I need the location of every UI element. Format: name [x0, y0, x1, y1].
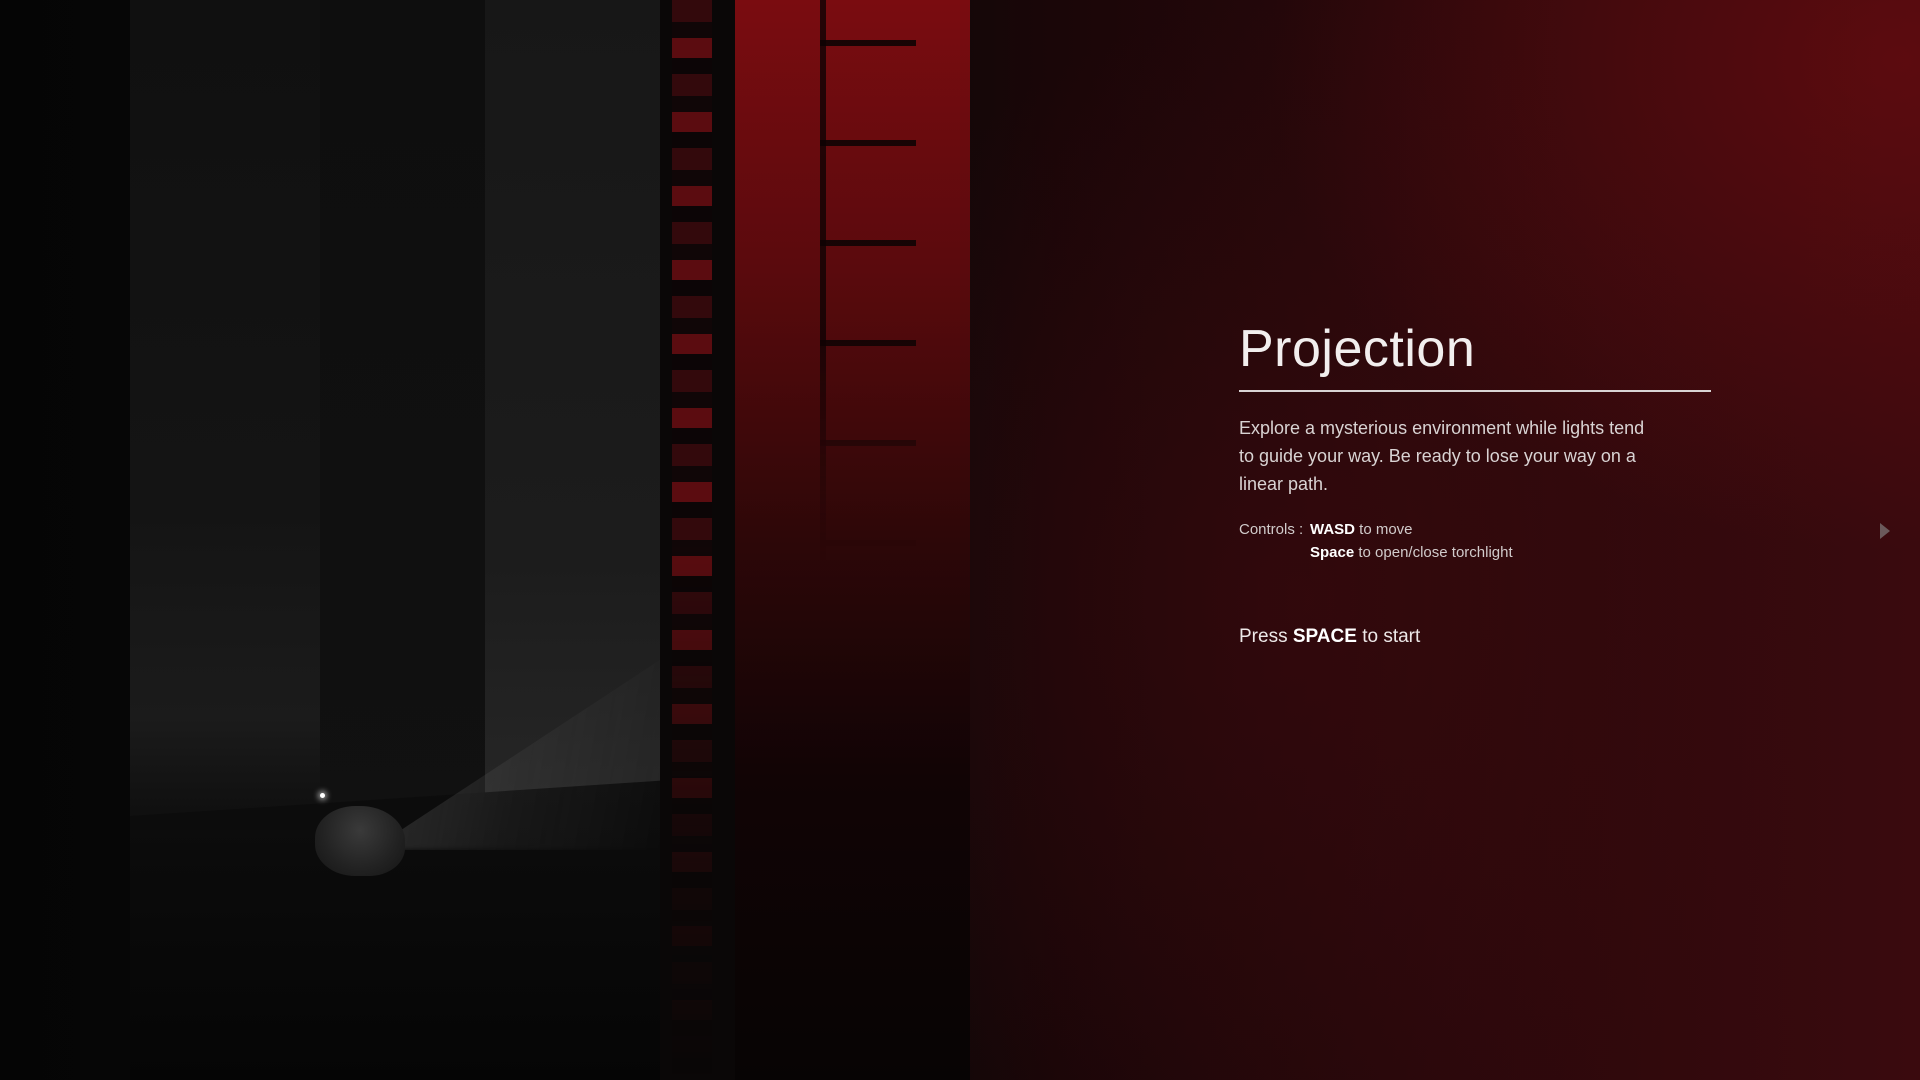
control-action-torch: to open/close torchlight	[1358, 543, 1513, 561]
title-divider	[1239, 389, 1711, 392]
control-action-move: to move	[1359, 520, 1413, 538]
start-prompt[interactable]: Press SPACE to start	[1239, 626, 1711, 648]
torch-light-dot	[320, 793, 325, 798]
start-key: SPACE	[1292, 625, 1357, 647]
player-character	[315, 806, 405, 876]
game-scene: Projection Explore a mysterious environm…	[0, 0, 1920, 1080]
control-key-move: WASD	[1310, 520, 1355, 538]
control-key-torch: Space	[1310, 543, 1355, 561]
game-description: Explore a mysterious environment while l…	[1239, 417, 1645, 494]
inner-wall	[320, 0, 485, 845]
next-arrow-icon[interactable]	[1880, 523, 1890, 539]
pillar-teeth	[672, 0, 712, 1080]
controls-section: Controls : WASD to move Space to open/cl…	[1239, 518, 1711, 564]
red-wall-steps	[820, 0, 916, 560]
controls-list: WASD to move Space to open/close torchli…	[1310, 518, 1513, 564]
start-suffix: to start	[1362, 625, 1421, 647]
control-torch: Space to open/close torchlight	[1310, 541, 1513, 564]
controls-label: Controls :	[1239, 520, 1304, 538]
game-title: Projection	[1239, 320, 1476, 378]
start-prefix: Press	[1239, 625, 1288, 647]
control-move: WASD to move	[1310, 518, 1513, 541]
title-panel: Projection Explore a mysterious environm…	[1239, 320, 1711, 648]
